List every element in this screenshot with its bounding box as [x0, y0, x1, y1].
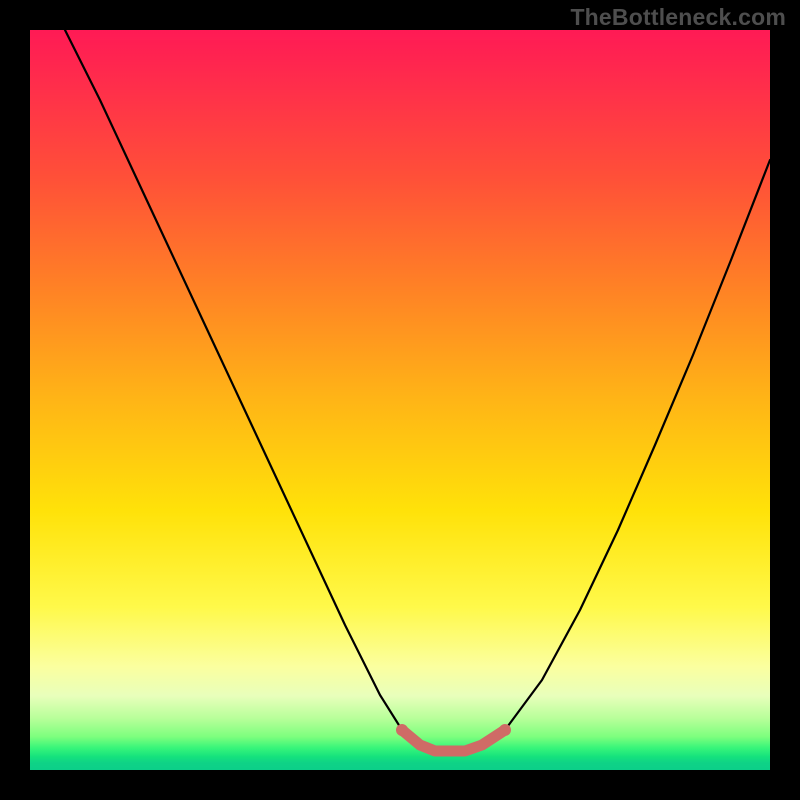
plot-area [30, 30, 770, 770]
chart-frame: TheBottleneck.com [0, 0, 800, 800]
watermark-label: TheBottleneck.com [570, 4, 786, 31]
highlight-band [402, 730, 505, 751]
highlight-end-right [499, 724, 511, 736]
highlight-end-left [396, 724, 408, 736]
curve-layer [30, 30, 770, 770]
bottleneck-curve [65, 30, 770, 751]
